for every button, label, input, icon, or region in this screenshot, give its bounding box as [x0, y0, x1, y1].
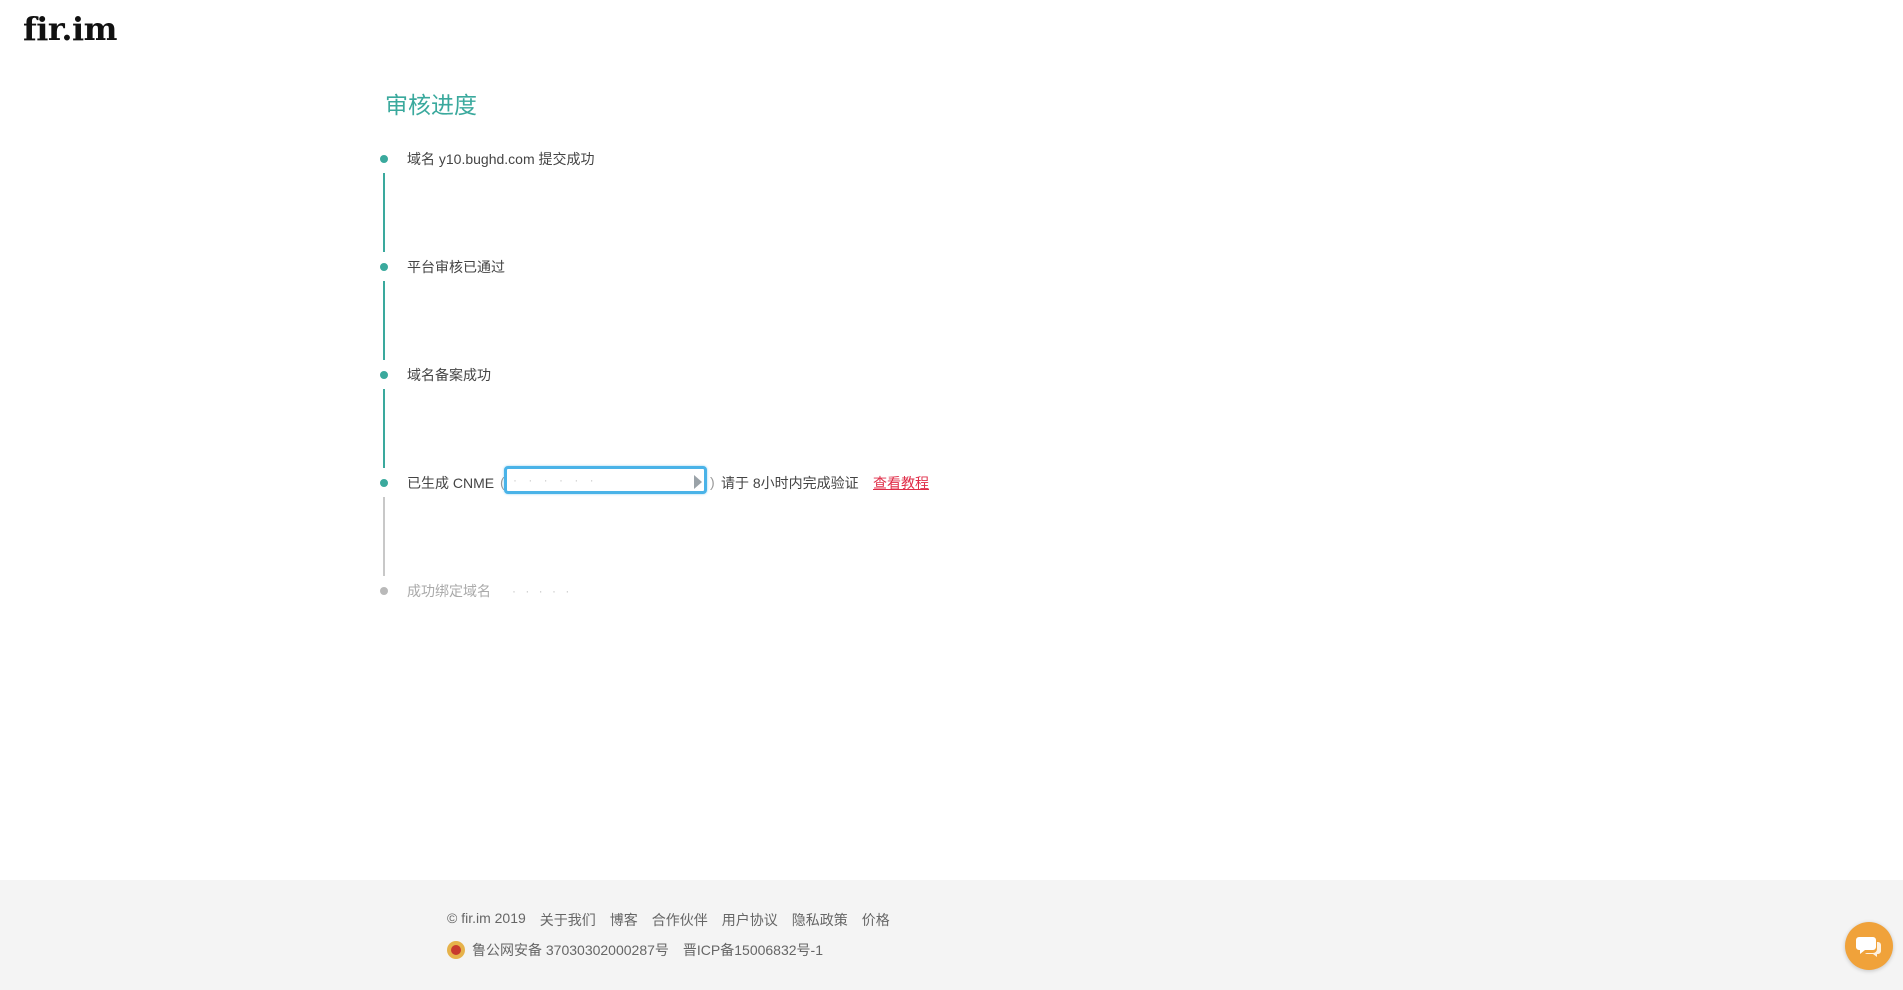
police-record-link[interactable]: 鲁公网安备 37030302000287号 — [472, 940, 669, 960]
cname-hint: 请于 8小时内完成验证 — [721, 475, 859, 491]
view-tutorial-link[interactable]: 查看教程 — [873, 473, 929, 493]
step-label: 域名备案成功 — [407, 367, 491, 383]
footer-records: 鲁公网安备 37030302000287号 晋ICP备15006832号-1 — [447, 940, 823, 960]
step-dot — [380, 155, 388, 163]
logo[interactable]: fir.im — [23, 10, 118, 48]
chat-button[interactable] — [1845, 922, 1893, 970]
footer-link-partners[interactable]: 合作伙伴 — [652, 910, 708, 930]
cursor-icon — [694, 475, 702, 489]
step-label: 成功绑定域名 — [407, 583, 491, 599]
footer-links: © fir.im 2019 关于我们 博客 合作伙伴 用户协议 隐私政策 价格 — [447, 910, 890, 930]
timeline-connector — [383, 497, 385, 576]
cname-blurred-value: · · · · · · — [513, 473, 598, 487]
footer-link-pricing[interactable]: 价格 — [862, 910, 890, 930]
timeline-connector — [383, 389, 385, 468]
footer-link-terms[interactable]: 用户协议 — [722, 910, 778, 930]
footer-link-privacy[interactable]: 隐私政策 — [792, 910, 848, 930]
step-dot — [380, 587, 388, 595]
cname-value-field[interactable]: · · · · · · — [504, 466, 707, 494]
bound-domain-blurred: · · · · · — [512, 584, 573, 598]
step-label: 域名 y10.bughd.com 提交成功 — [407, 151, 595, 167]
icp-record-link[interactable]: 晋ICP备15006832号-1 — [683, 940, 823, 960]
step-dot — [380, 479, 388, 487]
copyright: © fir.im 2019 — [447, 910, 526, 926]
step-label: 已生成 CNME — [407, 475, 495, 491]
timeline-connector — [383, 173, 385, 252]
footer-link-blog[interactable]: 博客 — [610, 910, 638, 930]
cname-close-paren: ) — [710, 474, 715, 490]
page-title: 审核进度 — [385, 92, 477, 118]
footer: © fir.im 2019 关于我们 博客 合作伙伴 用户协议 隐私政策 价格 … — [0, 880, 1903, 990]
timeline-connector — [383, 281, 385, 360]
chat-icon — [1856, 937, 1881, 957]
step-label: 平台审核已通过 — [407, 259, 505, 275]
step-dot — [380, 263, 388, 271]
police-badge-icon — [447, 941, 465, 959]
step-dot — [380, 371, 388, 379]
footer-link-about[interactable]: 关于我们 — [540, 910, 596, 930]
